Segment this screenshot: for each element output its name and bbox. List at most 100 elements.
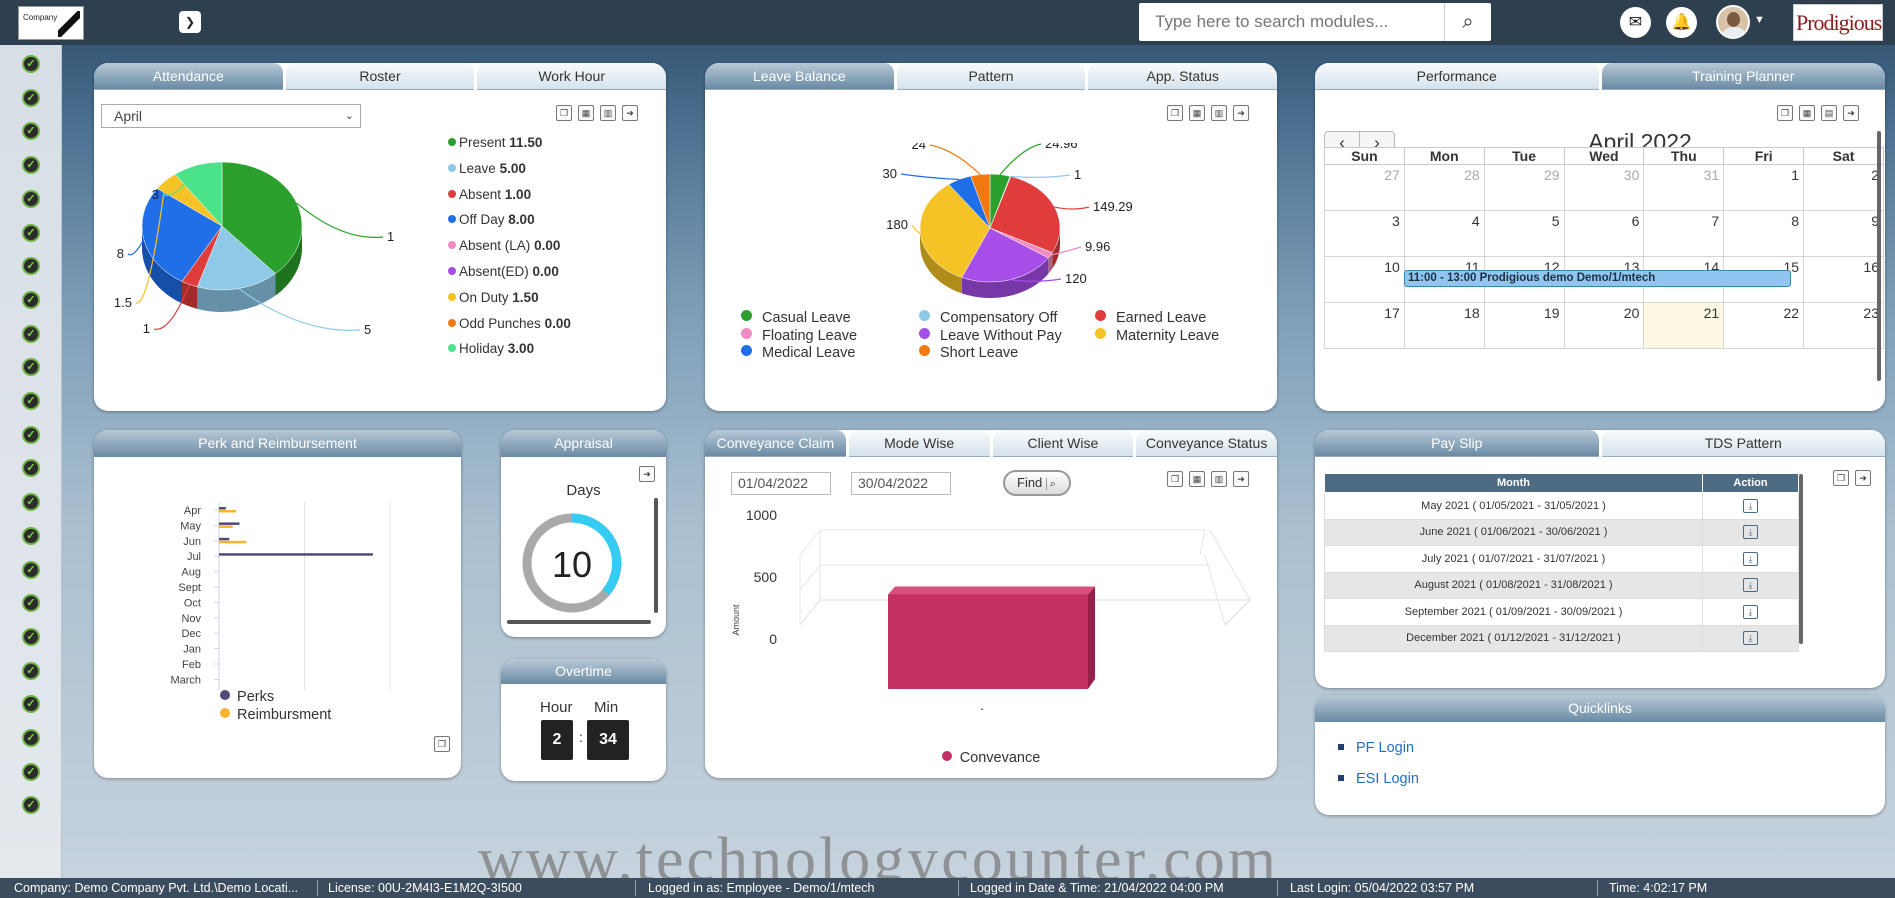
calendar-day[interactable]: 4 xyxy=(1403,210,1485,257)
nav-item-icon[interactable]: ✓ xyxy=(22,88,40,107)
tab-client-wise[interactable]: Client Wise xyxy=(992,430,1134,457)
search-icon[interactable]: ⌕ xyxy=(1444,3,1491,41)
nav-item-icon[interactable]: ✓ xyxy=(22,324,40,343)
download-icon[interactable]: ⤓ xyxy=(1743,578,1758,593)
mail-icon[interactable]: ✉ xyxy=(1620,7,1651,38)
payslip-scrollbar[interactable] xyxy=(1799,474,1803,644)
chart-icon[interactable]: ▥ xyxy=(1211,105,1227,121)
nav-item-icon[interactable]: ✓ xyxy=(22,729,40,747)
nav-item-icon[interactable]: ✓ xyxy=(22,156,40,175)
calendar-day[interactable]: 22 xyxy=(1723,302,1805,349)
calendar-day[interactable]: 31 xyxy=(1643,164,1725,211)
nav-item-icon[interactable]: ✓ xyxy=(22,257,40,276)
download-icon[interactable]: ⤓ xyxy=(1743,525,1758,540)
calendar-day[interactable]: 7 xyxy=(1643,210,1725,257)
calendar-day[interactable]: 17 xyxy=(1324,302,1405,349)
arrow-right-icon[interactable]: ➜ xyxy=(1233,471,1249,487)
nav-item-icon[interactable]: ✓ xyxy=(22,493,40,512)
table-icon[interactable]: ▦ xyxy=(1799,105,1815,121)
calendar-icon[interactable]: ▤ xyxy=(1821,105,1837,121)
user-avatar[interactable] xyxy=(1716,5,1750,39)
nav-item-icon[interactable]: ✓ xyxy=(22,425,40,444)
nav-item-icon[interactable]: ✓ xyxy=(22,627,40,646)
nav-item-icon[interactable]: ✓ xyxy=(22,358,40,377)
sidebar-toggle-icon[interactable]: ❯ xyxy=(179,11,201,33)
tab-conveyance-claim[interactable]: Conveyance Claim xyxy=(705,430,846,457)
company-logo[interactable]: Company Logo xyxy=(18,6,84,40)
arrow-right-icon[interactable]: ➜ xyxy=(1855,470,1871,486)
bell-icon[interactable]: 🔔 xyxy=(1666,7,1697,38)
quicklink-pf[interactable]: PF Login xyxy=(1338,733,1419,764)
appraisal-vscroll[interactable] xyxy=(654,498,658,613)
nav-item-icon[interactable]: ✓ xyxy=(22,526,40,545)
copy-icon[interactable]: ❐ xyxy=(434,736,450,752)
calendar-day[interactable]: 23 xyxy=(1803,302,1884,349)
calendar-day[interactable]: 30 xyxy=(1563,164,1645,211)
nav-item-icon[interactable]: ✓ xyxy=(22,661,40,680)
table-icon[interactable]: ▦ xyxy=(578,105,594,121)
tab-training-planner[interactable]: Training Planner xyxy=(1601,63,1885,90)
calendar-day[interactable]: 9 xyxy=(1803,210,1884,257)
calendar-day[interactable]: 10 xyxy=(1324,256,1405,303)
tab-pattern[interactable]: Pattern xyxy=(896,63,1086,90)
nav-item-icon[interactable]: ✓ xyxy=(22,594,40,613)
calendar-day[interactable]: 8 xyxy=(1723,210,1805,257)
copy-icon[interactable]: ❐ xyxy=(1167,105,1183,121)
chevron-down-icon[interactable]: ▼ xyxy=(1754,14,1765,26)
copy-icon[interactable]: ❐ xyxy=(1777,105,1793,121)
download-icon[interactable]: ⤓ xyxy=(1743,631,1758,646)
arrow-right-icon[interactable]: ➜ xyxy=(1843,105,1859,121)
arrow-right-icon[interactable]: ➜ xyxy=(1233,105,1249,121)
table-icon[interactable]: ▦ xyxy=(1189,471,1205,487)
calendar-day[interactable]: 29 xyxy=(1483,164,1565,211)
appraisal-hscroll[interactable] xyxy=(507,620,651,624)
tab-performance[interactable]: Performance xyxy=(1315,63,1599,90)
calendar-day[interactable]: 2 xyxy=(1803,164,1884,211)
nav-item-icon[interactable]: ✓ xyxy=(22,560,40,579)
arrow-right-icon[interactable]: ➜ xyxy=(622,105,638,121)
nav-item-icon[interactable]: ✓ xyxy=(22,55,40,73)
quicklink-esi[interactable]: ESI Login xyxy=(1338,764,1419,795)
tab-work-hour[interactable]: Work Hour xyxy=(477,63,666,90)
calendar-day[interactable]: 19 xyxy=(1483,302,1565,349)
calendar-day[interactable]: 6 xyxy=(1563,210,1645,257)
nav-item-icon[interactable]: ✓ xyxy=(22,223,40,242)
arrow-right-icon[interactable]: ➜ xyxy=(639,466,655,482)
month-select[interactable]: April ⌄ xyxy=(101,104,361,128)
calendar-day[interactable]: 5 xyxy=(1483,210,1565,257)
nav-item-icon[interactable]: ✓ xyxy=(22,695,40,714)
calendar-day[interactable]: 18 xyxy=(1403,302,1485,349)
calendar-day[interactable]: 16 xyxy=(1803,256,1884,303)
copy-icon[interactable]: ❐ xyxy=(1833,470,1849,486)
nav-item-icon[interactable]: ✓ xyxy=(22,796,40,815)
tab-roster[interactable]: Roster xyxy=(285,63,475,90)
search-input[interactable] xyxy=(1139,3,1444,41)
download-icon[interactable]: ⤓ xyxy=(1743,551,1758,566)
download-icon[interactable]: ⤓ xyxy=(1743,604,1758,619)
chart-icon[interactable]: ▥ xyxy=(1211,471,1227,487)
calendar-day[interactable]: 21 xyxy=(1643,302,1725,349)
to-date-input[interactable]: 30/04/2022 xyxy=(851,472,951,495)
nav-item-icon[interactable]: ✓ xyxy=(22,189,40,208)
nav-item-icon[interactable]: ✓ xyxy=(22,122,40,141)
tab-attendance[interactable]: Attendance xyxy=(94,63,283,90)
copy-icon[interactable]: ❐ xyxy=(556,105,572,121)
tab-conveyance-status[interactable]: Conveyance Status xyxy=(1136,430,1277,457)
find-button[interactable]: Find ⌕ xyxy=(1003,470,1071,496)
calendar-day[interactable]: 28 xyxy=(1403,164,1485,211)
tab-app-status[interactable]: App. Status xyxy=(1088,63,1277,90)
calendar-scrollbar[interactable] xyxy=(1877,131,1881,381)
calendar-day[interactable]: 1 xyxy=(1723,164,1805,211)
table-icon[interactable]: ▦ xyxy=(1189,105,1205,121)
from-date-input[interactable]: 01/04/2022 xyxy=(731,472,831,495)
calendar-day[interactable]: 3 xyxy=(1324,210,1405,257)
calendar-event[interactable]: 11:00 - 13:00 Prodigious demo Demo/1/mte… xyxy=(1404,270,1791,287)
chart-icon[interactable]: ▥ xyxy=(600,105,616,121)
nav-item-icon[interactable]: ✓ xyxy=(22,762,40,781)
nav-item-icon[interactable]: ✓ xyxy=(22,392,40,410)
download-icon[interactable]: ⤓ xyxy=(1743,498,1758,513)
calendar-day[interactable]: 20 xyxy=(1563,302,1645,349)
tab-leave-balance[interactable]: Leave Balance xyxy=(705,63,894,90)
nav-item-icon[interactable]: ✓ xyxy=(22,290,40,309)
copy-icon[interactable]: ❐ xyxy=(1167,471,1183,487)
